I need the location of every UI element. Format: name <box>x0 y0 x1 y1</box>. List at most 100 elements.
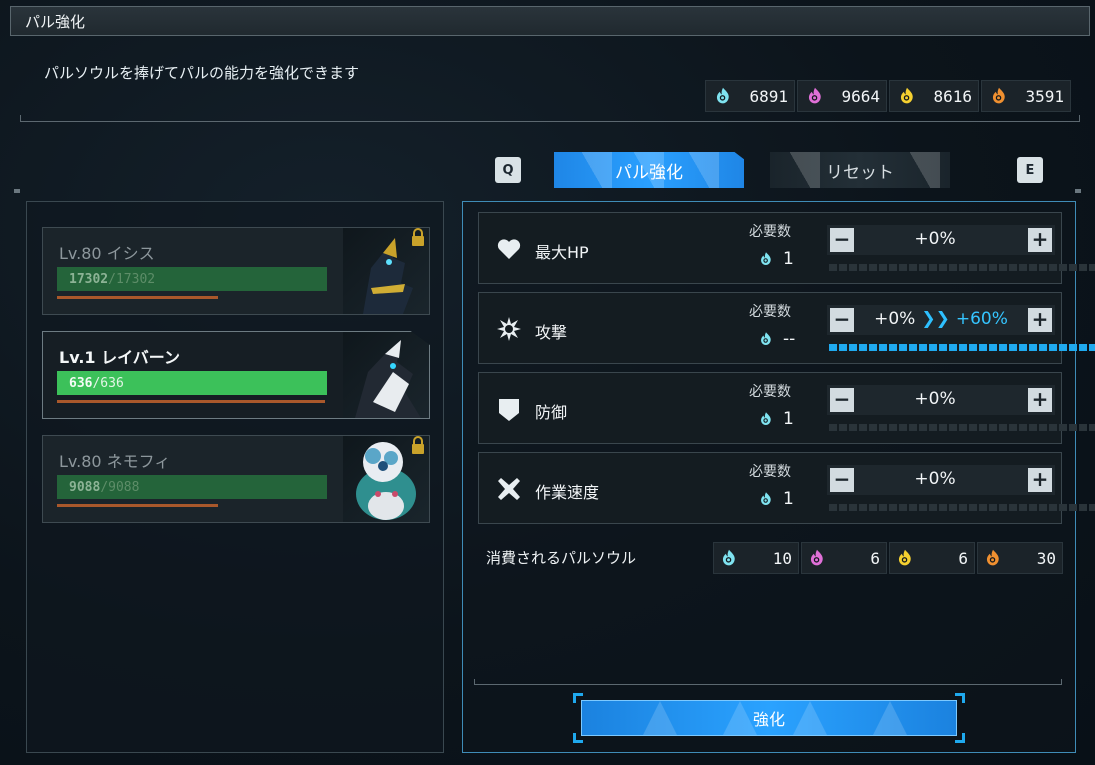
required-count: 1 <box>757 409 794 429</box>
enhance-confirm-button[interactable]: 強化 <box>581 700 957 736</box>
pal-name: Lv.80 ネモフィ <box>59 452 171 471</box>
stat-current-value: +0% <box>914 229 956 249</box>
page-description: パルソウルを捧げてパルの能力を強化できます <box>44 64 360 82</box>
next-tab-key-hint[interactable]: E <box>1017 157 1043 183</box>
pal-card[interactable]: Lv.80 イシス 17302/17302 <box>42 227 430 315</box>
decrease-button[interactable]: − <box>830 468 854 492</box>
required-count-value: 1 <box>783 249 794 269</box>
pal-hp-bar: 17302/17302 <box>57 267 327 291</box>
required-count-value: 1 <box>783 409 794 429</box>
currency-slot: 3591 <box>981 80 1071 112</box>
stat-label: 攻撃 <box>535 323 568 342</box>
small-pal-soul-icon <box>757 410 775 428</box>
currency-slot: 8616 <box>889 80 979 112</box>
required-count: -- <box>757 329 795 349</box>
stat-level-bar <box>829 504 1095 511</box>
pal-portrait <box>343 332 429 418</box>
currency-slot: 6891 <box>705 80 795 112</box>
required-count-label: 必要数 <box>749 304 791 320</box>
shield-icon <box>495 395 523 423</box>
frame-marker-left <box>14 189 20 193</box>
window-title: パル強化 <box>25 12 86 31</box>
required-count-value: 1 <box>783 489 794 509</box>
frame-marker-right <box>1075 189 1081 193</box>
pal-hp-max: /9088 <box>100 479 140 495</box>
required-count-value: -- <box>783 329 796 349</box>
consumed-souls-bar: 10 6 6 30 <box>713 542 1063 574</box>
stat-stepper: − +0% + <box>827 385 1055 415</box>
pal-stamina-bar <box>57 400 325 403</box>
stat-level-bar <box>829 264 1095 271</box>
stat-stepper: − +0% + <box>827 225 1055 255</box>
stat-label: 防御 <box>535 403 568 422</box>
prev-tab-key-hint[interactable]: Q <box>495 157 521 183</box>
medium-pal-soul-icon <box>806 547 828 569</box>
consumed-soul-slot: 10 <box>713 542 799 574</box>
stat-label: 作業速度 <box>535 483 600 502</box>
attack-burst-icon <box>495 315 523 343</box>
header-divider <box>20 115 1080 122</box>
consumed-souls-label: 消費されるパルソウル <box>486 549 637 567</box>
medium-pal-soul-icon <box>804 85 826 107</box>
stat-value: +0% <box>857 229 1025 249</box>
currency-amount: 6891 <box>749 86 788 106</box>
stat-row: 最大HP 必要数 1 − +0% + <box>478 212 1095 284</box>
pal-hp-max: /17302 <box>108 271 156 287</box>
pal-stamina-bar <box>57 296 218 299</box>
tab-pal-enhance-label: パル強化 <box>615 162 683 183</box>
required-count-label: 必要数 <box>749 224 791 240</box>
lock-icon <box>410 228 426 246</box>
stat-row: 作業速度 必要数 1 − +0% + <box>478 452 1095 524</box>
stat-enhance-panel: 最大HP 必要数 1− +0% + 攻撃 必要数 -- − +0% ❯❯ +60% + 防御 必要数 1− +0… <box>462 201 1095 753</box>
stat-row: 防御 必要数 1 − +0% + <box>478 372 1095 444</box>
pal-hp-current: 9088 <box>69 479 101 495</box>
pal-name: Lv.80 イシス <box>59 244 155 263</box>
currency-amount: 8616 <box>933 86 972 106</box>
consumed-soul-slot: 6 <box>801 542 887 574</box>
increase-button[interactable]: + <box>1028 228 1052 252</box>
pal-hp-max: /636 <box>92 375 124 391</box>
increase-button[interactable]: + <box>1028 468 1052 492</box>
decrease-button[interactable]: − <box>830 388 854 412</box>
pal-list-panel: Lv.80 イシス 17302/17302 Lv.1 レイバーン 636/636 Lv.… <box>26 201 444 753</box>
heart-icon <box>495 235 523 263</box>
stat-level-bar <box>829 424 1095 431</box>
pal-name: Lv.1 レイバーン <box>59 348 180 367</box>
required-count-label: 必要数 <box>749 464 791 480</box>
footer-divider <box>474 679 1062 685</box>
small-pal-soul-icon <box>712 85 734 107</box>
stat-value: +0% ❯❯ +60% <box>857 309 1025 329</box>
pal-card[interactable]: Lv.80 ネモフィ 9088/9088 <box>42 435 430 523</box>
pal-card[interactable]: Lv.1 レイバーン 636/636 <box>42 331 430 419</box>
required-count: 1 <box>757 489 794 509</box>
decrease-button[interactable]: − <box>830 228 854 252</box>
stat-row: 攻撃 必要数 -- − +0% ❯❯ +60% + <box>478 292 1095 364</box>
small-pal-soul-icon <box>757 330 775 348</box>
small-pal-soul-icon <box>718 547 740 569</box>
pal-hp-current: 636 <box>69 375 93 391</box>
large-pal-soul-icon <box>896 85 918 107</box>
currency-amount: 3591 <box>1025 86 1064 106</box>
currency-bar: 6891 9664 8616 3591 <box>705 80 1071 112</box>
decrease-button[interactable]: − <box>830 308 854 332</box>
tab-reset[interactable]: リセット <box>770 152 950 188</box>
increase-button[interactable]: + <box>1028 308 1052 332</box>
tab-reset-label: リセット <box>826 162 894 183</box>
pal-hp-bar: 9088/9088 <box>57 475 327 499</box>
tab-pal-enhance[interactable]: パル強化 <box>554 152 744 188</box>
consumed-soul-amount: 10 <box>772 548 792 568</box>
giant-pal-soul-icon <box>988 85 1010 107</box>
consumed-soul-slot: 6 <box>889 542 975 574</box>
currency-slot: 9664 <box>797 80 887 112</box>
consumed-soul-slot: 30 <box>977 542 1063 574</box>
enhance-confirm-label: 強化 <box>752 710 785 729</box>
consumed-soul-amount: 6 <box>870 548 880 568</box>
window-title-bar: パル強化 <box>10 6 1090 36</box>
stat-label: 最大HP <box>535 243 589 262</box>
stat-current-value: +0% <box>874 309 916 329</box>
stat-stepper: − +0% + <box>827 465 1055 495</box>
giant-pal-soul-icon <box>982 547 1004 569</box>
increase-button[interactable]: + <box>1028 388 1052 412</box>
pal-hp-bar: 636/636 <box>57 371 327 395</box>
stat-level-bar <box>829 344 1095 351</box>
